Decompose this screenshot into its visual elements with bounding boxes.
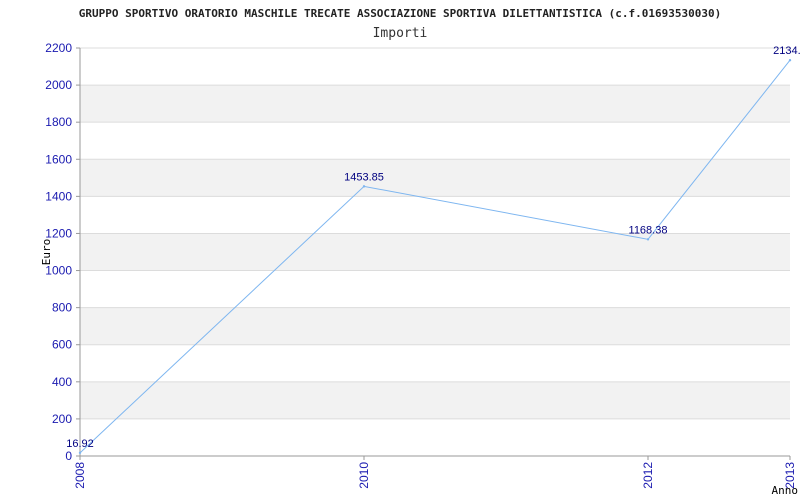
data-point [788, 59, 792, 62]
chart-subtitle: Importi [373, 26, 428, 41]
y-tick-label: 800 [52, 301, 72, 315]
chart-title: GRUPPO SPORTIVO ORATORIO MASCHILE TRECAT… [79, 7, 721, 20]
y-tick-label: 600 [52, 338, 72, 352]
y-tick-label: 1800 [45, 115, 72, 129]
y-tick-label: 400 [52, 375, 72, 389]
y-tick-label: 0 [65, 449, 72, 463]
y-tick-label: 1200 [45, 226, 72, 240]
data-label: 16.92 [66, 438, 94, 450]
plot-band [80, 381, 790, 419]
x-tick-label: 2012 [641, 462, 655, 489]
y-tick-label: 2200 [45, 41, 72, 55]
data-point [646, 238, 650, 241]
plot-band [80, 85, 790, 123]
line-chart: GRUPPO SPORTIVO ORATORIO MASCHILE TRECAT… [40, 7, 800, 497]
y-axis-label: Euro [40, 239, 53, 266]
data-point [362, 185, 366, 188]
x-tick-label: 2010 [357, 462, 371, 489]
data-point [78, 451, 82, 455]
y-tick-label: 1600 [45, 152, 72, 166]
y-tick-label: 1400 [45, 189, 72, 203]
data-label: 1168.38 [629, 224, 668, 236]
y-tick-label: 2000 [45, 78, 72, 92]
data-label: 1453.85 [344, 171, 384, 183]
data-label: 2134.1 [773, 45, 800, 57]
plot-background [80, 85, 790, 419]
x-tick-label: 2008 [73, 462, 87, 489]
x-axis-ticks: 2008 2010 2012 2013 [73, 456, 797, 489]
y-tick-label: 200 [52, 412, 72, 426]
plot-band [80, 159, 790, 197]
plot-band [80, 233, 790, 271]
plot-band [80, 307, 790, 345]
x-axis-label: Anno [772, 484, 799, 497]
